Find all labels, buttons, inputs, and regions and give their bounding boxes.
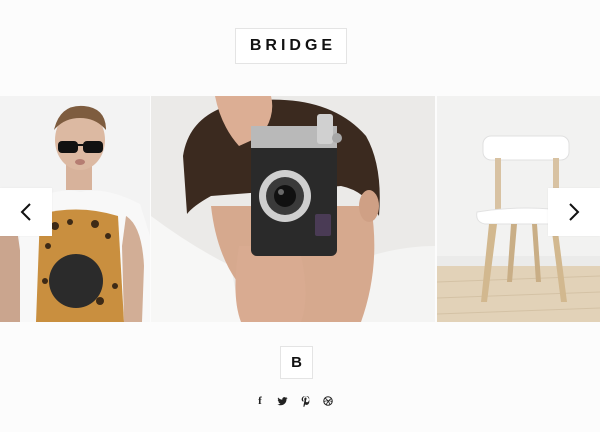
carousel-prev-button[interactable] bbox=[0, 188, 52, 236]
facebook-link[interactable]: f bbox=[253, 394, 267, 408]
twitter-link[interactable] bbox=[276, 394, 290, 408]
facebook-icon: f bbox=[258, 395, 262, 407]
dribbble-icon bbox=[323, 396, 333, 406]
man-with-camera-image bbox=[151, 96, 435, 322]
chevron-right-icon bbox=[569, 203, 580, 221]
slide-man-with-camera[interactable] bbox=[151, 96, 435, 322]
footer-logo-box[interactable]: B bbox=[280, 346, 313, 379]
logo-box[interactable]: BRIDGE bbox=[235, 28, 347, 64]
footer-logo: B bbox=[291, 354, 302, 371]
carousel-next-button[interactable] bbox=[548, 188, 600, 236]
site-logo: BRIDGE bbox=[249, 37, 337, 54]
image-carousel bbox=[0, 96, 600, 322]
dribbble-link[interactable] bbox=[321, 394, 335, 408]
chevron-left-icon bbox=[20, 203, 31, 221]
pinterest-link[interactable] bbox=[298, 394, 312, 408]
social-links: f bbox=[253, 394, 335, 408]
pinterest-icon bbox=[301, 395, 310, 407]
twitter-icon bbox=[277, 396, 288, 405]
